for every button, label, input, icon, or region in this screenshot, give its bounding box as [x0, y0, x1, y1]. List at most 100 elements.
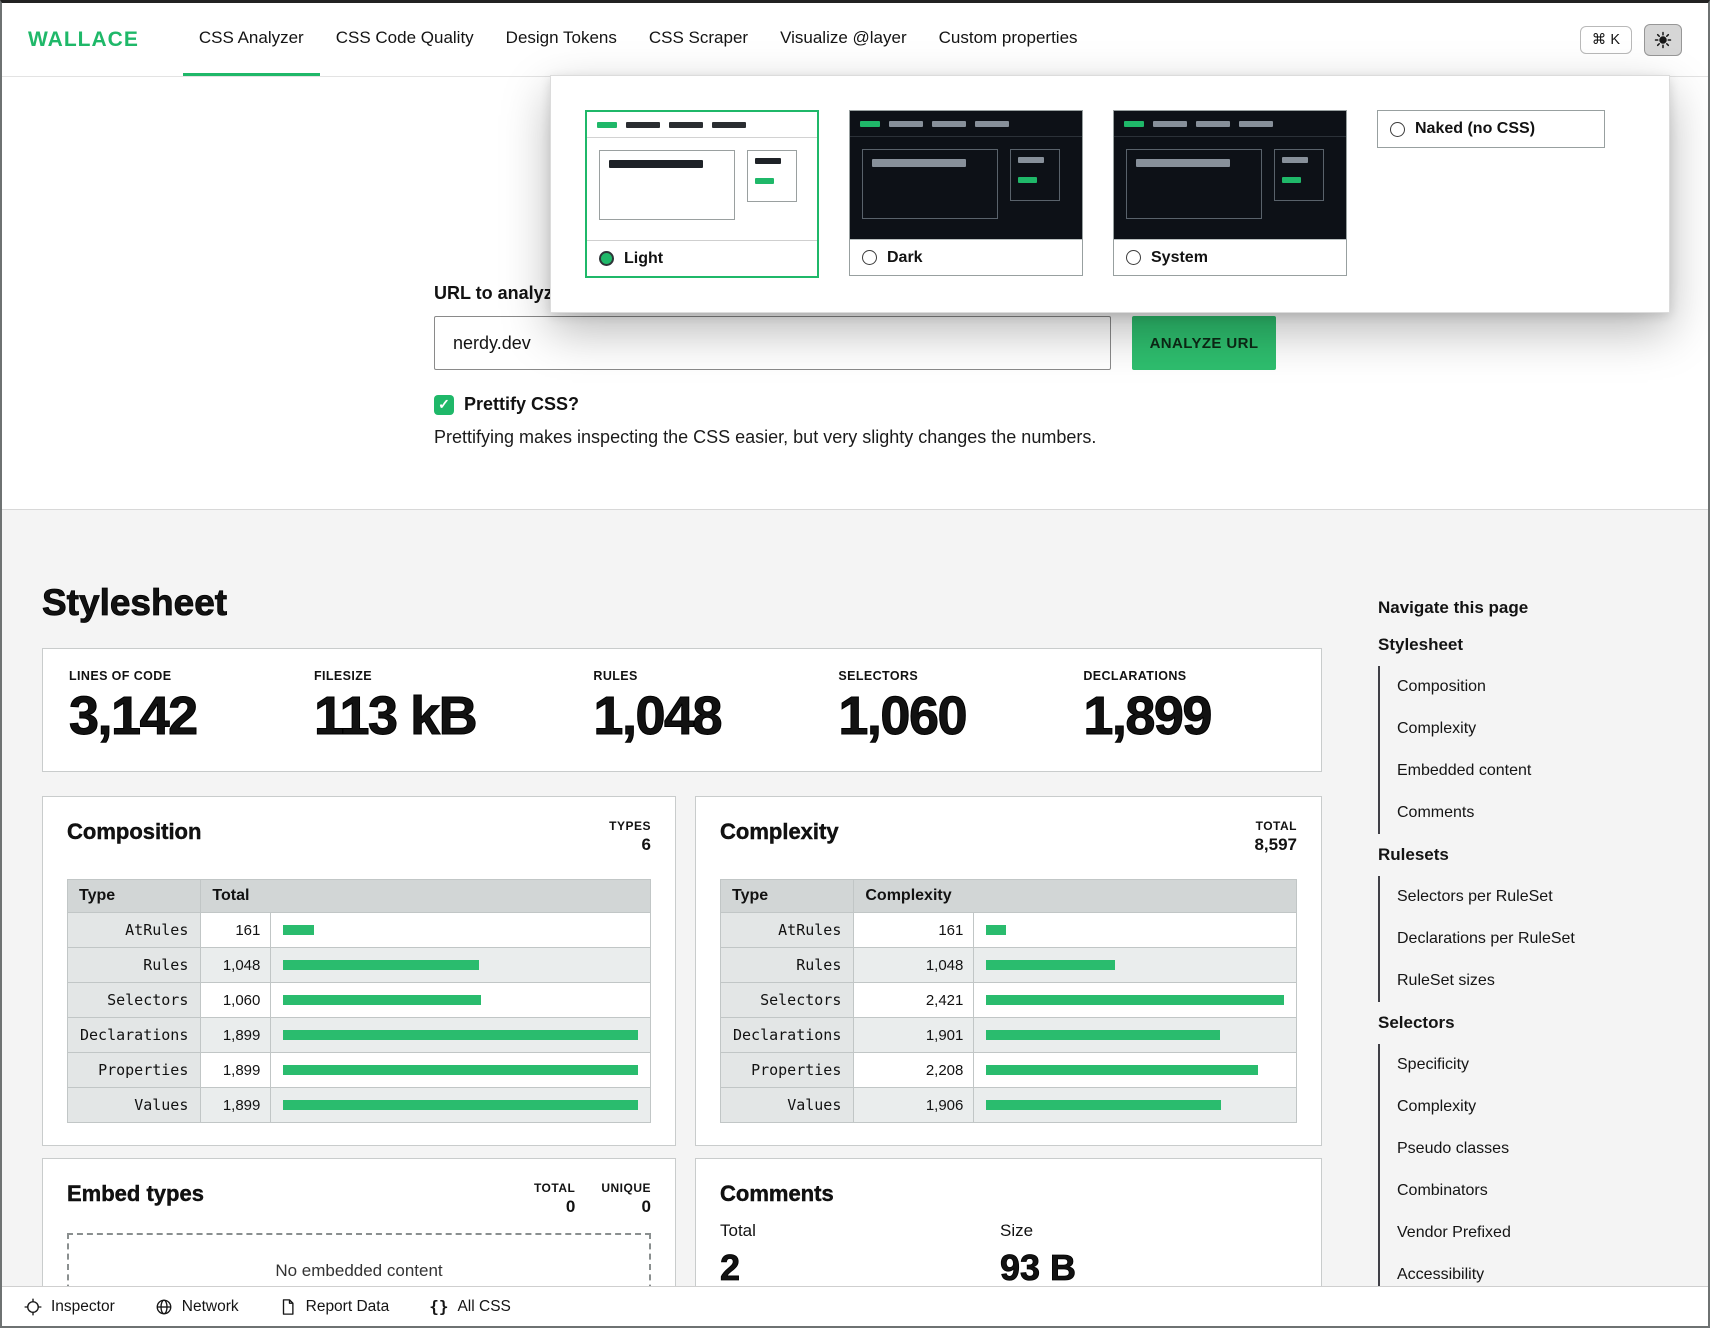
value-bar [283, 925, 313, 935]
radio-naked-icon[interactable] [1390, 122, 1405, 137]
nav-css-scraper[interactable]: CSS Scraper [633, 3, 764, 76]
page-nav-link[interactable]: Combinators [1397, 1182, 1488, 1200]
all-css-tab[interactable]: {} All CSS [429, 1297, 511, 1316]
table-row: Declarations 1,899 [68, 1018, 651, 1053]
page-nav-link[interactable]: Complexity [1397, 1098, 1476, 1116]
value-bar [986, 960, 1115, 970]
page-navigation: Navigate this page Stylesheet Compositio… [1378, 598, 1668, 1286]
card-title: Comments [720, 1181, 834, 1207]
network-tab[interactable]: Network [155, 1298, 239, 1316]
row-type: Selectors [721, 983, 854, 1018]
theme-option-dark[interactable]: Dark [849, 110, 1083, 276]
page-nav-link[interactable]: Declarations per RuleSet [1397, 930, 1575, 948]
prettify-checkbox-checked-icon[interactable] [434, 395, 454, 415]
nav-design-tokens[interactable]: Design Tokens [490, 3, 633, 76]
list-item: Composition [1397, 666, 1668, 708]
list-item: RuleSet sizes [1397, 960, 1668, 1002]
page-nav-link[interactable]: Rulesets [1378, 845, 1449, 865]
table-row: Declarations 1,901 [721, 1018, 1297, 1053]
analyze-url-button[interactable]: ANALYZE URL [1132, 316, 1276, 370]
page-nav-link[interactable]: Selectors [1378, 1013, 1455, 1033]
row-value: 1,060 [201, 983, 271, 1018]
command-k-button[interactable]: ⌘ K [1580, 26, 1632, 54]
report-data-icon [279, 1298, 297, 1316]
row-value: 1,899 [201, 1053, 271, 1088]
preview-line [609, 160, 703, 168]
page-nav-link[interactable]: Specificity [1397, 1056, 1469, 1074]
table-row: Values 1,899 [68, 1088, 651, 1123]
nav-css-code-quality[interactable]: CSS Code Quality [320, 3, 490, 76]
meta-label: UNIQUE [601, 1181, 651, 1195]
row-value: 161 [201, 913, 271, 948]
nav-custom-properties[interactable]: Custom properties [923, 3, 1094, 76]
nav-css-analyzer[interactable]: CSS Analyzer [183, 3, 320, 76]
preview-line [872, 159, 966, 167]
theme-option-system[interactable]: System [1113, 110, 1347, 276]
page-nav-link[interactable]: Vendor Prefixed [1397, 1224, 1511, 1242]
list-item: Specificity [1397, 1044, 1668, 1086]
page-nav-link[interactable]: RuleSet sizes [1397, 972, 1495, 990]
stat-value: 1,048 [593, 685, 721, 747]
radio-light-icon[interactable] [599, 251, 614, 266]
value-bar [986, 1100, 1220, 1110]
preview-chip [1153, 121, 1187, 127]
row-type: Declarations [721, 1018, 854, 1053]
list-item: Accessibility [1397, 1254, 1668, 1286]
url-input[interactable] [434, 316, 1111, 370]
tab-label: All CSS [457, 1298, 510, 1316]
preview-body [850, 137, 1082, 231]
page-nav-link[interactable]: Pseudo classes [1397, 1140, 1509, 1158]
page-nav-link[interactable]: Composition [1397, 678, 1486, 696]
theme-toggle-button[interactable] [1644, 24, 1682, 56]
preview-chip [712, 122, 746, 128]
app-window: WALLACE CSS Analyzer CSS Code Quality De… [0, 0, 1710, 1328]
page-nav-link[interactable]: Selectors per RuleSet [1397, 888, 1553, 906]
table-row: Selectors 2,421 [721, 983, 1297, 1018]
value-bar [283, 1065, 638, 1075]
theme-option-label-row: Light [587, 240, 817, 276]
row-type: Properties [721, 1053, 854, 1088]
row-value: 1,048 [854, 948, 974, 983]
list-item: Vendor Prefixed [1397, 1212, 1668, 1254]
page-nav-link[interactable]: Comments [1397, 804, 1474, 822]
table-row: Values 1,906 [721, 1088, 1297, 1123]
value-bar [986, 1065, 1257, 1075]
meta-value: 0 [601, 1197, 651, 1217]
comments-body: Total 2 Size 93 B [720, 1221, 1297, 1286]
inspector-tab[interactable]: Inspector [24, 1298, 115, 1316]
page-nav-link[interactable]: Embedded content [1397, 762, 1531, 780]
card-header: Embed types TOTAL 0 UNIQUE 0 [67, 1181, 651, 1217]
stat-value: 2 [720, 1247, 1000, 1286]
card-title: Composition [67, 819, 201, 845]
page-nav-section-stylesheet: Stylesheet [1378, 624, 1668, 666]
card-meta: TYPES 6 [609, 819, 651, 855]
nav-visualize-layer[interactable]: Visualize @layer [764, 3, 923, 76]
wallace-logo[interactable]: WALLACE [28, 28, 139, 52]
meta-label: TOTAL [534, 1181, 575, 1195]
row-value: 2,208 [854, 1053, 974, 1088]
complexity-card: Complexity TOTAL 8,597 Type Complexity [695, 796, 1322, 1146]
table-row: Properties 1,899 [68, 1053, 651, 1088]
comments-total: Total 2 [720, 1221, 1000, 1286]
theme-option-light[interactable]: Light [585, 110, 819, 278]
preview-line [755, 158, 781, 164]
stat-label: Total [720, 1221, 1000, 1241]
radio-system-icon[interactable] [1126, 250, 1141, 265]
table-header-row: Type Complexity [721, 880, 1297, 913]
theme-option-naked[interactable]: Naked (no CSS) [1377, 110, 1605, 148]
page-nav-section-rulesets: Rulesets [1378, 834, 1668, 876]
page-nav-link[interactable]: Stylesheet [1378, 635, 1463, 655]
radio-dark-icon[interactable] [862, 250, 877, 265]
row-value: 161 [854, 913, 974, 948]
row-value: 1,906 [854, 1088, 974, 1123]
preview-line [755, 178, 774, 184]
report-data-tab[interactable]: Report Data [279, 1298, 390, 1316]
page-nav-link[interactable]: Accessibility [1397, 1266, 1484, 1284]
page-nav-link[interactable]: Complexity [1397, 720, 1476, 738]
card-header: Comments [720, 1181, 1297, 1207]
preview-chip [860, 121, 880, 127]
table-row: Rules 1,048 [68, 948, 651, 983]
theme-option-label: Naked (no CSS) [1415, 120, 1535, 138]
row-type: AtRules [68, 913, 201, 948]
preview-line [1282, 177, 1301, 183]
